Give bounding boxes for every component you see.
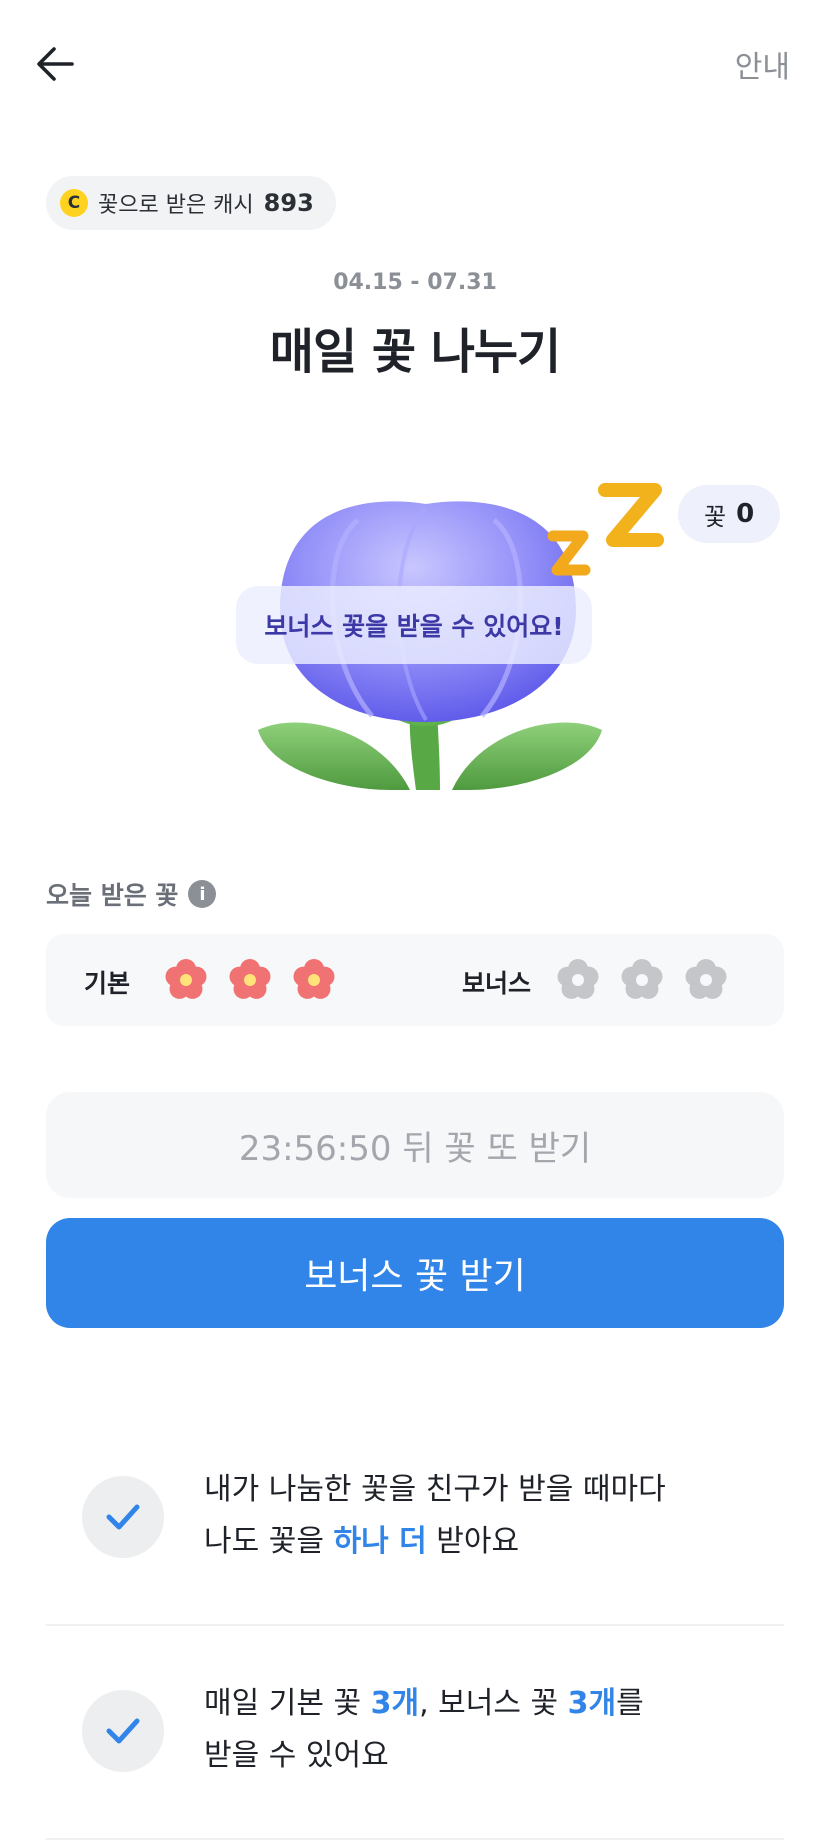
info-text-segment: 를 bbox=[616, 1686, 644, 1721]
arrow-left-icon bbox=[37, 47, 74, 81]
flower-filled-icon bbox=[162, 956, 210, 1004]
info-highlight: 3개 bbox=[567, 1686, 617, 1721]
divider bbox=[46, 1838, 784, 1840]
info-row-referral: 내가 나눔한 꽃을 친구가 받을 때마다 나도 꽃을 하나 더 받아요 bbox=[204, 1464, 666, 1568]
check-icon bbox=[106, 1718, 140, 1744]
info-highlight: 하나 더 bbox=[333, 1524, 427, 1559]
info-row-daily-limit: 매일 기본 꽃 3개, 보너스 꽃 3개를 받을 수 있어요 bbox=[204, 1678, 644, 1782]
info-line: 매일 기본 꽃 3개, 보너스 꽃 3개를 bbox=[204, 1678, 644, 1730]
guide-link[interactable]: 안내 bbox=[735, 42, 790, 86]
today-flowers-heading: 오늘 받은 꽃 i bbox=[46, 876, 217, 912]
info-icon[interactable]: i bbox=[188, 880, 217, 908]
bonus-available-bubble: 보너스 꽃을 받을 수 있어요! bbox=[236, 586, 592, 664]
event-period: 04.15 - 07.31 bbox=[333, 270, 497, 295]
flower-count-badge: 꽃 0 bbox=[678, 485, 781, 543]
get-bonus-flower-button[interactable]: 보너스 꽃 받기 bbox=[46, 1218, 784, 1328]
flower-filled-icon bbox=[226, 956, 274, 1004]
cash-label: 꽃으로 받은 캐시 bbox=[98, 193, 254, 218]
sleeping-zzz-icon bbox=[547, 483, 664, 576]
check-badge bbox=[82, 1690, 164, 1772]
info-line: 내가 나눔한 꽃을 친구가 받을 때마다 bbox=[204, 1472, 666, 1507]
info-highlight: 3개 bbox=[370, 1686, 420, 1721]
info-text-segment: , 보너스 꽃 bbox=[419, 1686, 568, 1721]
flower-count-value: 0 bbox=[736, 499, 755, 529]
page-title: 매일 꽃 나누기 bbox=[269, 324, 561, 380]
cash-earned-badge: C 꽃으로 받은 캐시 893 bbox=[46, 176, 336, 230]
next-flower-timer: 23:56:50 뒤 꽃 또 받기 bbox=[46, 1092, 784, 1198]
flower-empty-icon bbox=[554, 956, 602, 1004]
check-badge bbox=[82, 1476, 164, 1558]
flower-count-label: 꽃 bbox=[704, 502, 727, 531]
divider bbox=[46, 1624, 784, 1626]
basic-flowers-label: 기본 bbox=[84, 969, 131, 998]
bonus-flowers-label: 보너스 bbox=[462, 969, 532, 998]
back-button[interactable] bbox=[30, 38, 82, 90]
info-line: 받을 수 있어요 bbox=[204, 1738, 389, 1773]
info-text-segment: 받아요 bbox=[426, 1524, 520, 1559]
flower-empty-icon bbox=[618, 956, 666, 1004]
coin-icon: C bbox=[60, 189, 88, 217]
today-flowers-card: 기본 보너스 bbox=[46, 934, 784, 1026]
today-flowers-label: 오늘 받은 꽃 bbox=[46, 881, 179, 910]
info-text-segment: 매일 기본 꽃 bbox=[204, 1686, 371, 1721]
info-text-segment: 나도 꽃을 bbox=[204, 1524, 334, 1559]
check-icon bbox=[106, 1504, 140, 1530]
flower-filled-icon bbox=[290, 956, 338, 1004]
flower-empty-icon bbox=[682, 956, 730, 1004]
cash-value: 893 bbox=[263, 189, 314, 217]
info-line: 나도 꽃을 하나 더 받아요 bbox=[204, 1516, 666, 1568]
